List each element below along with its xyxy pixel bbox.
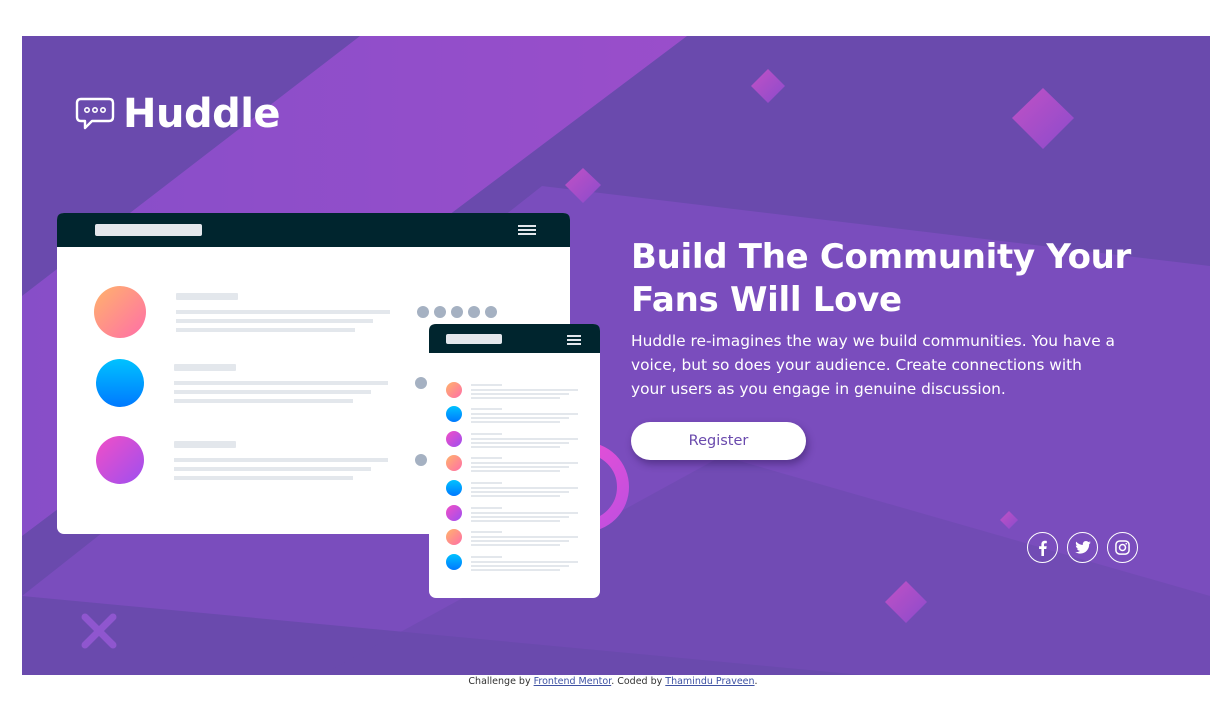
author-link[interactable]: Thamindu Praveen: [665, 676, 754, 687]
logo[interactable]: Huddle: [75, 91, 281, 137]
hero-description: Huddle re-imagines the way we build comm…: [631, 332, 1115, 398]
app-mockup-illustration: [57, 213, 600, 598]
hero-headline: Build The Community Your Fans Will Love: [631, 237, 1132, 320]
register-button[interactable]: Register: [631, 422, 806, 460]
attribution-middle: . Coded by: [611, 676, 666, 687]
twitter-link[interactable]: [1067, 532, 1098, 563]
hero-section: Huddle Build The Community Your Fans Wil…: [22, 36, 1210, 675]
facebook-icon: [1039, 540, 1047, 556]
speech-bubble-icon: [75, 97, 115, 130]
frontend-mentor-link[interactable]: Frontend Mentor: [534, 676, 612, 687]
logo-wordmark: Huddle: [123, 91, 281, 137]
social-links: [1027, 532, 1138, 563]
attribution-footer: Challenge by Frontend Mentor. Coded by T…: [0, 676, 1226, 687]
instagram-icon: [1115, 540, 1130, 555]
instagram-link[interactable]: [1107, 532, 1138, 563]
attribution-suffix: .: [754, 676, 758, 687]
facebook-link[interactable]: [1027, 532, 1058, 563]
attribution-prefix: Challenge by: [468, 676, 534, 687]
twitter-icon: [1074, 541, 1091, 554]
